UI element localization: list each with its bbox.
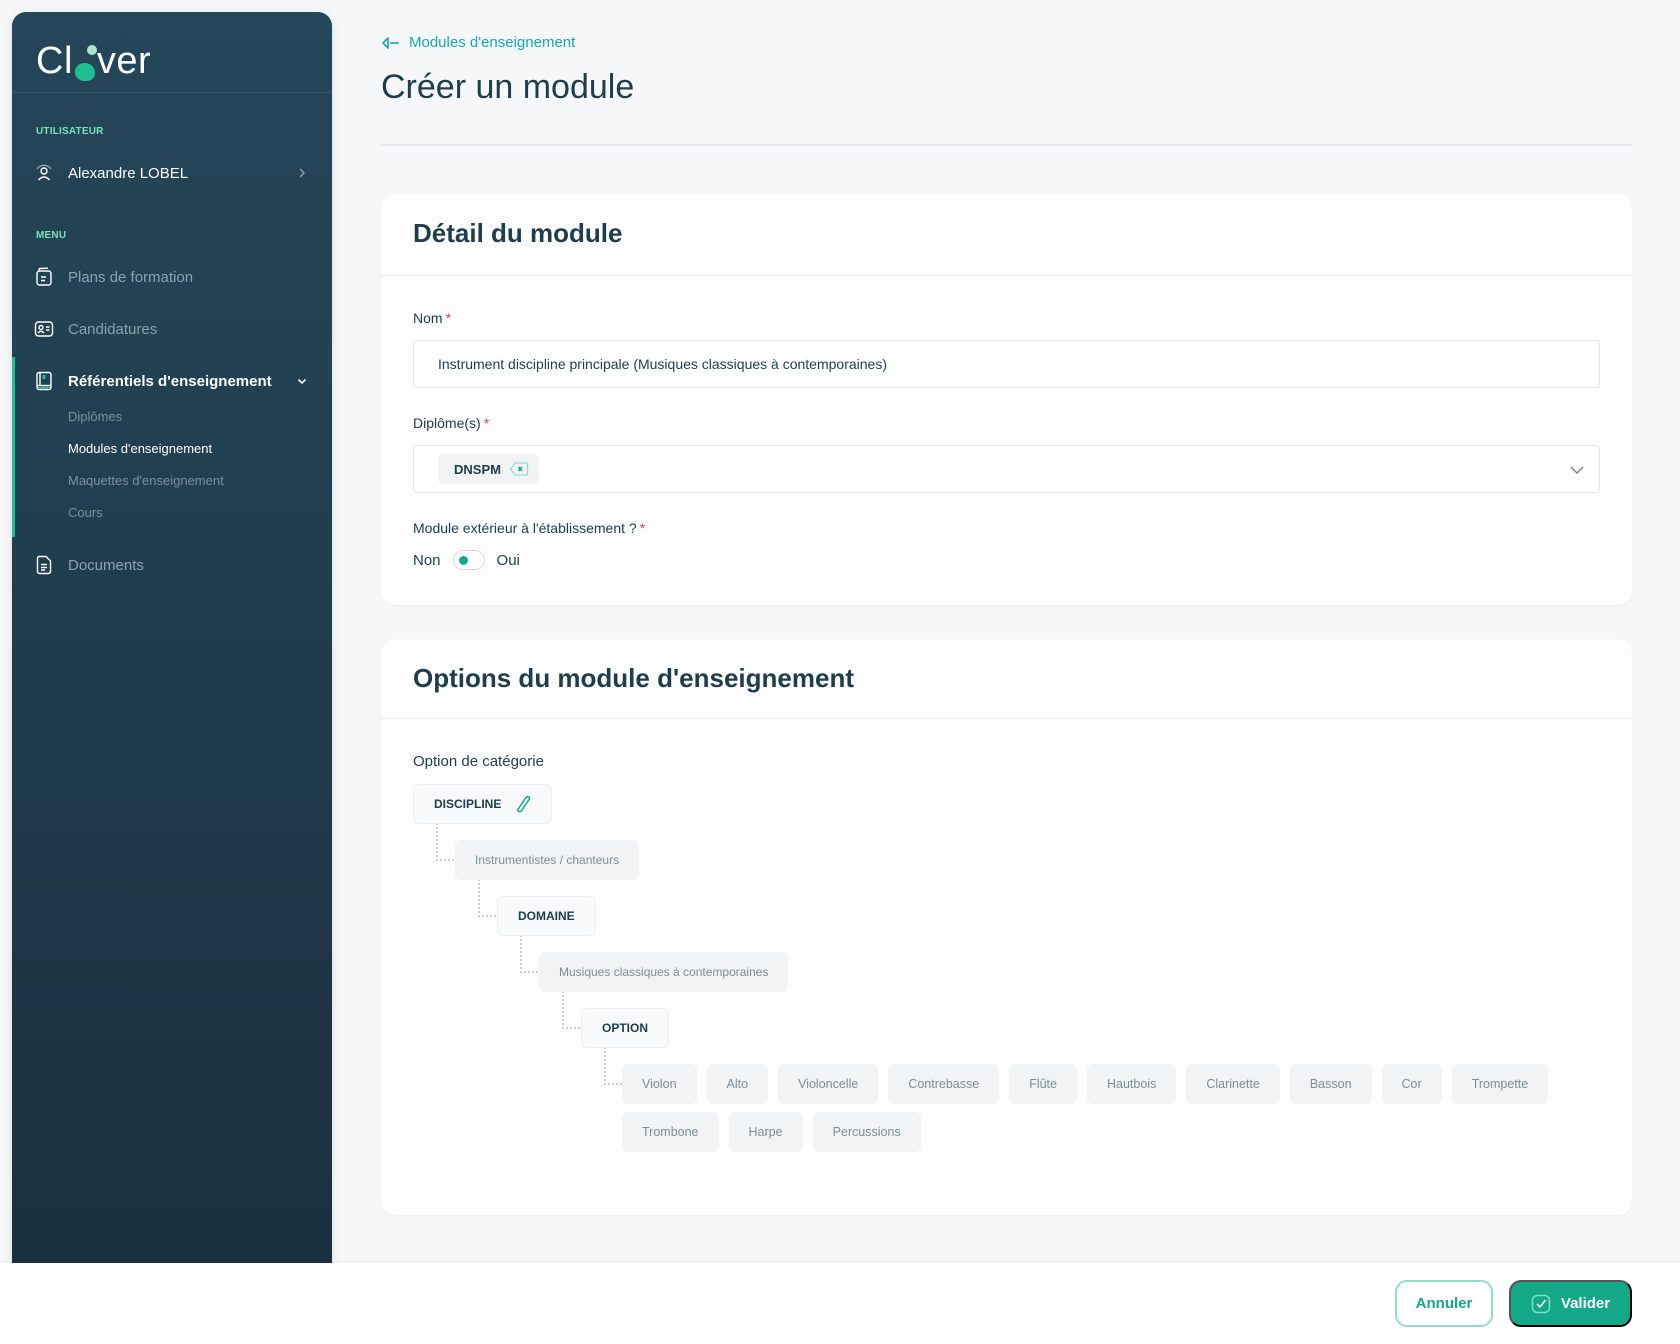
option-chip[interactable]: Basson: [1289, 1064, 1372, 1104]
external-module-toggle[interactable]: [452, 550, 485, 570]
cancel-button[interactable]: Annuler: [1395, 1280, 1493, 1327]
check-square-icon: [1531, 1294, 1551, 1313]
page-title: Créer un module: [381, 68, 635, 106]
tree-connector: [478, 879, 496, 917]
sidebar-item-plans-de-formation[interactable]: Plans de formation: [12, 260, 332, 294]
chevron-right-icon: [299, 168, 305, 178]
sidebar-item-label: Plans de formation: [68, 268, 194, 286]
diplomas-select[interactable]: DNSPM: [413, 445, 1600, 493]
logo-text-suffix: ver: [96, 39, 152, 82]
logo-text-prefix: Cl: [36, 39, 73, 82]
edit-pencil-icon[interactable]: [515, 795, 531, 813]
required-asterisk: *: [639, 520, 646, 536]
header-divider: [381, 144, 1632, 146]
tree-category-option: OPTION: [581, 1008, 670, 1048]
module-options-card: Options du module d'enseignement Option …: [381, 639, 1632, 1215]
option-chip[interactable]: Flûte: [1009, 1064, 1077, 1104]
clover-logo[interactable]: Cl ver: [36, 38, 151, 84]
option-chip[interactable]: Trombone: [622, 1112, 719, 1152]
option-values-list: Violon Alto Violoncelle Contrebasse Flûte Hau…: [622, 1064, 1582, 1152]
tree-value-instrumentistes[interactable]: Instrumentistes / chanteurs: [455, 840, 640, 880]
diplomas-label-text: Diplôme(s): [413, 415, 481, 431]
option-chip[interactable]: Percussions: [812, 1112, 921, 1152]
option-chip[interactable]: Alto: [706, 1064, 769, 1104]
book-icon: [34, 371, 54, 391]
name-input[interactable]: [413, 340, 1600, 388]
breadcrumb-back-link[interactable]: Modules d'enseignement: [381, 34, 575, 51]
menu-section-label: MENU: [36, 230, 67, 241]
category-option-label: Option de catégorie: [413, 753, 544, 770]
breadcrumb-label: Modules d'enseignement: [409, 34, 576, 51]
tree-category-discipline: DISCIPLINE: [413, 784, 553, 824]
option-chip[interactable]: Harpe: [728, 1112, 803, 1152]
option-chip[interactable]: Hautbois: [1086, 1064, 1177, 1104]
card-title: Détail du module: [413, 218, 623, 248]
user-menu-item[interactable]: Alexandre LOBEL: [12, 156, 332, 190]
required-asterisk: *: [445, 310, 452, 326]
sidebar-item-referentiels[interactable]: Référentiels d'enseignement: [12, 364, 332, 398]
file-icon: [34, 555, 54, 575]
toggle-off-label: Non: [413, 551, 441, 569]
option-chip[interactable]: Trompette: [1451, 1064, 1549, 1104]
option-chip[interactable]: Cor: [1381, 1064, 1442, 1104]
card-title: Options du module d'enseignement: [413, 663, 854, 693]
sidebar-subitem-maquettes[interactable]: Maquettes d'enseignement: [68, 473, 224, 488]
tree-category-domaine: DOMAINE: [497, 896, 596, 936]
tree-connector: [436, 823, 454, 861]
toggle-on-label: Oui: [496, 551, 520, 569]
remove-chip-icon[interactable]: [509, 461, 529, 477]
card-divider: [381, 275, 1632, 276]
user-section-label: UTILISATEUR: [36, 126, 104, 137]
arrow-left-icon: [382, 36, 399, 49]
chip-label: DNSPM: [454, 461, 501, 477]
toggle-knob: [458, 556, 468, 565]
user-name: Alexandre LOBEL: [68, 164, 189, 182]
external-module-toggle-row: Non Oui: [413, 550, 520, 570]
tree-connector: [604, 1047, 622, 1085]
tree-connector: [520, 935, 538, 973]
sidebar-subitem-modules[interactable]: Modules d'enseignement: [68, 441, 212, 456]
module-detail-card: Détail du module Nom* Diplôme(s)* DNSPM …: [381, 194, 1632, 605]
option-chip[interactable]: Violon: [622, 1064, 697, 1104]
tree-value-musiques-classiques[interactable]: Musiques classiques à contemporaines: [539, 952, 789, 992]
sidebar-item-label: Candidatures: [68, 320, 158, 338]
tree-connector: [562, 991, 580, 1029]
id-card-icon: [34, 319, 54, 339]
sidebar-item-label: Documents: [68, 556, 144, 574]
sidebar-divider: [12, 92, 332, 93]
submit-button[interactable]: Valider: [1509, 1280, 1632, 1327]
user-circle-icon: [34, 163, 54, 183]
sidebar-item-documents[interactable]: Documents: [12, 548, 332, 582]
tree-node-label: DISCIPLINE: [434, 797, 502, 811]
chevron-down-icon[interactable]: [1569, 462, 1585, 478]
option-chip[interactable]: Clarinette: [1186, 1064, 1280, 1104]
required-asterisk: *: [483, 415, 490, 431]
external-label-text: Module extérieur à l'établissement ?: [413, 520, 637, 536]
diplomas-field-label: Diplôme(s) *: [413, 415, 489, 431]
name-label-text: Nom: [413, 310, 443, 326]
cancel-button-label: Annuler: [1415, 1295, 1473, 1312]
sidebar-subitem-cours[interactable]: Cours: [68, 505, 103, 520]
option-chip[interactable]: Violoncelle: [778, 1064, 879, 1104]
sidebar: Cl ver UTILISATEUR Alexandre LOBEL MENU …: [12, 12, 332, 1332]
name-field-label: Nom *: [413, 310, 451, 326]
chevron-down-icon[interactable]: [294, 373, 310, 389]
submit-button-label: Valider: [1560, 1295, 1611, 1312]
sidebar-item-candidatures[interactable]: Candidatures: [12, 312, 332, 346]
clover-leaf-icon: [74, 44, 97, 83]
form-footer: Annuler Valider: [0, 1263, 1680, 1344]
document-stack-icon: [34, 267, 54, 287]
sidebar-subitem-diplomes[interactable]: Diplômes: [68, 409, 122, 424]
external-module-label: Module extérieur à l'établissement ? *: [413, 520, 645, 536]
option-chip[interactable]: Contrebasse: [888, 1064, 1000, 1104]
card-divider: [381, 718, 1632, 719]
selected-diploma-chip: DNSPM: [438, 454, 539, 484]
sidebar-item-label: Référentiels d'enseignement: [68, 372, 272, 390]
